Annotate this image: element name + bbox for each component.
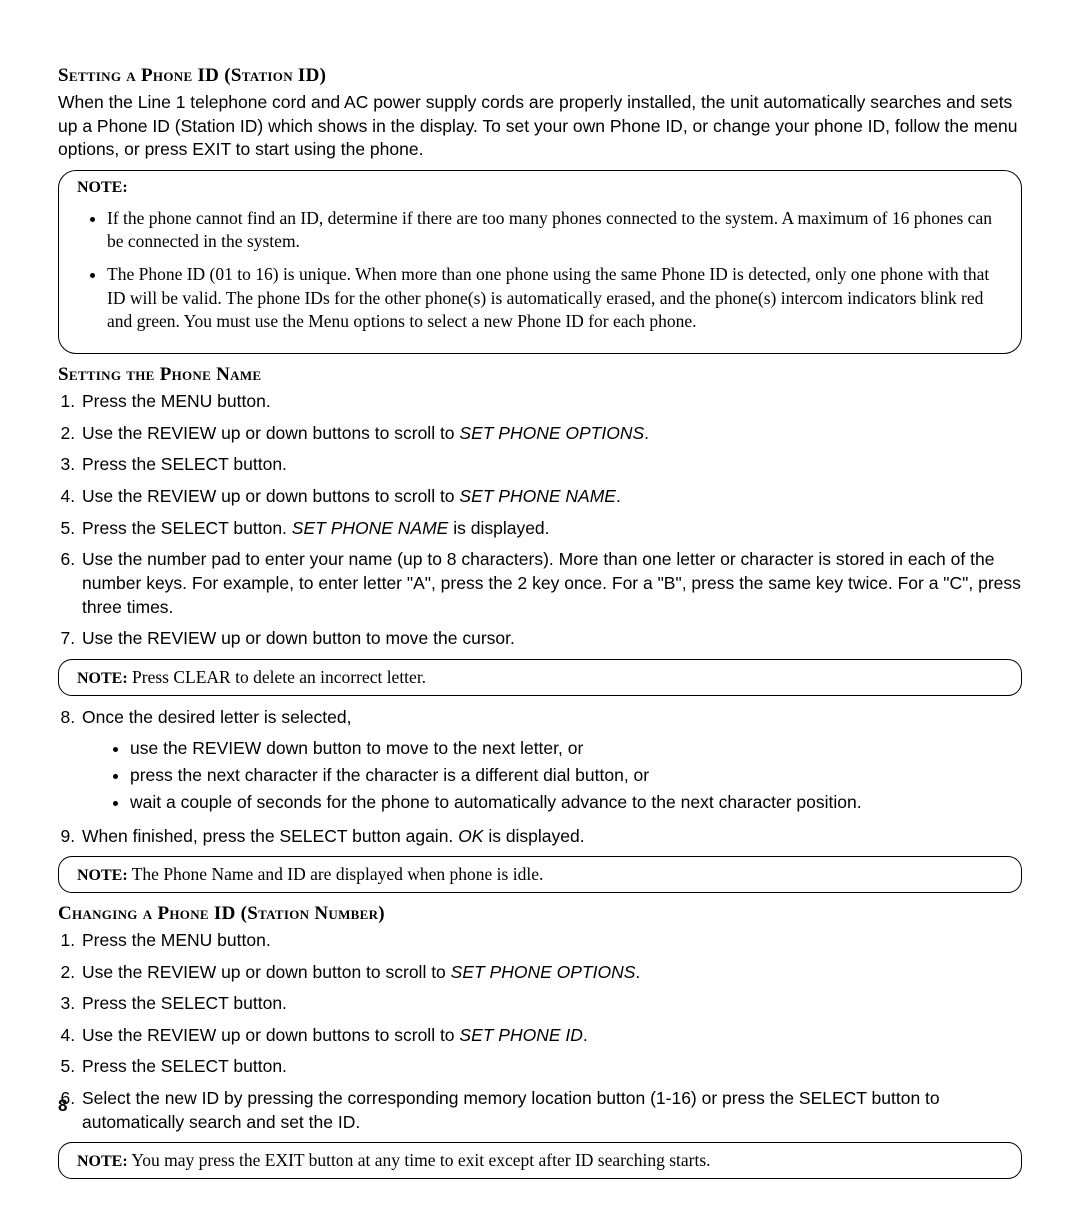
- step-text: Once the desired letter is selected,: [82, 707, 351, 727]
- step-item: Press the SELECT button. SET PHONE NAME …: [80, 517, 1022, 541]
- manual-page: Setting a Phone ID (Station ID) When the…: [0, 0, 1080, 1224]
- step-sub-bullets: use the REVIEW down button to move to th…: [82, 735, 1022, 816]
- note-box-phone-id: NOTE: If the phone cannot find an ID, de…: [58, 170, 1022, 354]
- note-label: NOTE:: [77, 1153, 128, 1170]
- note-bullet: The Phone ID (01 to 16) is unique. When …: [107, 263, 1003, 333]
- step-item: Press the MENU button.: [80, 390, 1022, 414]
- step-text: Use the REVIEW up or down buttons to scr…: [82, 1025, 459, 1045]
- note-bullet: If the phone cannot find an ID, determin…: [107, 207, 1003, 254]
- note-label: NOTE:: [77, 179, 128, 196]
- step-emphasis: SET PHONE ID: [459, 1025, 583, 1045]
- step-item: Press the MENU button.: [80, 929, 1022, 953]
- note-inline-text: You may press the EXIT button at any tim…: [128, 1150, 711, 1170]
- step-item: Press the SELECT button.: [80, 1055, 1022, 1079]
- heading-set-phone-name: Setting the Phone Name: [58, 364, 1022, 386]
- step-item: Use the number pad to enter your name (u…: [80, 548, 1022, 619]
- step-item: Select the new ID by pressing the corres…: [80, 1087, 1022, 1134]
- note-label: NOTE:: [77, 670, 128, 687]
- heading-change-phone-id: Changing a Phone ID (Station Number): [58, 903, 1022, 925]
- step-item: Press the SELECT button.: [80, 992, 1022, 1016]
- step-item: Press the SELECT button.: [80, 453, 1022, 477]
- steps-set-phone-name-a: Press the MENU button. Use the REVIEW up…: [58, 390, 1022, 651]
- heading-set-phone-id: Setting a Phone ID (Station ID): [58, 65, 1022, 87]
- step-text: Use the REVIEW up or down button to scro…: [82, 962, 451, 982]
- page-number: 8: [58, 1096, 67, 1116]
- step-text: Use the REVIEW up or down buttons to scr…: [82, 486, 459, 506]
- note-label: NOTE:: [77, 867, 128, 884]
- step-item: Use the REVIEW up or down buttons to scr…: [80, 485, 1022, 509]
- sub-bullet: press the next character if the characte…: [130, 762, 1022, 789]
- step-item: When finished, press the SELECT button a…: [80, 825, 1022, 849]
- step-text: is displayed.: [448, 518, 549, 538]
- step-text: Press the SELECT button.: [82, 518, 292, 538]
- note-box-exit: NOTE: You may press the EXIT button at a…: [58, 1142, 1022, 1179]
- step-emphasis: SET PHONE NAME: [292, 518, 449, 538]
- step-text: .: [616, 486, 621, 506]
- step-text: .: [635, 962, 640, 982]
- note-bullets: If the phone cannot find an ID, determin…: [77, 207, 1003, 333]
- sub-bullet: wait a couple of seconds for the phone t…: [130, 789, 1022, 816]
- step-text: is displayed.: [483, 826, 584, 846]
- step-emphasis: SET PHONE OPTIONS: [459, 423, 644, 443]
- step-text: .: [644, 423, 649, 443]
- steps-change-phone-id: Press the MENU button. Use the REVIEW up…: [58, 929, 1022, 1134]
- step-item: Use the REVIEW up or down buttons to scr…: [80, 422, 1022, 446]
- note-inline-text: Press CLEAR to delete an incorrect lette…: [128, 667, 426, 687]
- paragraph-set-phone-id: When the Line 1 telephone cord and AC po…: [58, 91, 1022, 162]
- step-text: Use the REVIEW up or down buttons to scr…: [82, 423, 459, 443]
- step-text: When finished, press the SELECT button a…: [82, 826, 458, 846]
- step-item: Use the REVIEW up or down button to move…: [80, 627, 1022, 651]
- steps-set-phone-name-b: Once the desired letter is selected, use…: [58, 706, 1022, 849]
- step-emphasis: OK: [458, 826, 483, 846]
- sub-bullet: use the REVIEW down button to move to th…: [130, 735, 1022, 762]
- step-item: Use the REVIEW up or down buttons to scr…: [80, 1024, 1022, 1048]
- note-box-clear: NOTE: Press CLEAR to delete an incorrect…: [58, 659, 1022, 696]
- step-text: .: [583, 1025, 588, 1045]
- step-item: Once the desired letter is selected, use…: [80, 706, 1022, 817]
- step-emphasis: SET PHONE OPTIONS: [451, 962, 636, 982]
- note-inline-text: The Phone Name and ID are displayed when…: [128, 864, 544, 884]
- note-box-name-idle: NOTE: The Phone Name and ID are displaye…: [58, 856, 1022, 893]
- step-item: Use the REVIEW up or down button to scro…: [80, 961, 1022, 985]
- step-emphasis: SET PHONE NAME: [459, 486, 616, 506]
